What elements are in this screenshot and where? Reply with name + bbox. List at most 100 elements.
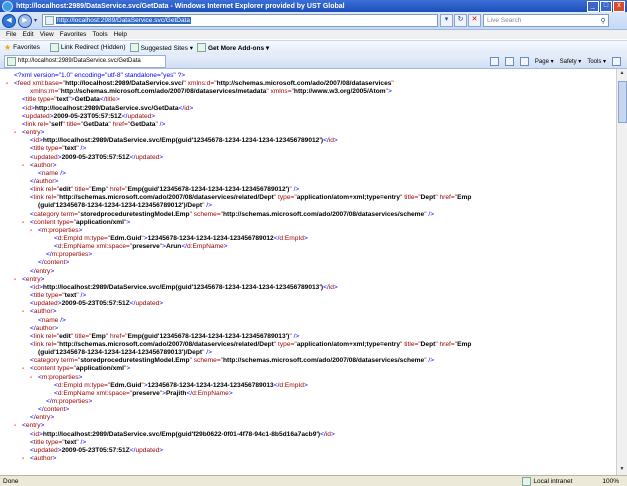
xml-line: - <entry> [14, 276, 44, 284]
xml-line: </m:properties> [46, 251, 92, 259]
collapse-toggle[interactable]: - [22, 219, 30, 227]
back-button[interactable]: ◀ [2, 13, 16, 28]
collapse-toggle[interactable]: - [22, 162, 30, 170]
xml-token: Emp [91, 332, 106, 340]
window-title: http://localhost:2989/DataService.svc/Ge… [16, 2, 345, 10]
recent-pages-dropdown[interactable]: ▾ [34, 17, 37, 24]
xml-token: http://schemas.microsoft.com/ado/2007/08… [216, 80, 392, 88]
xml-line: </m:properties> [46, 398, 92, 406]
xml-token: xml:space=" [94, 243, 133, 251]
xml-token: /> [78, 292, 87, 300]
scroll-up-arrow[interactable]: ▲ [618, 70, 626, 78]
xml-token: m:type=" [82, 381, 111, 389]
menu-file[interactable]: File [6, 31, 16, 38]
vertical-scrollbar[interactable]: ▲ ▼ [616, 69, 627, 475]
xml-token: > [126, 365, 131, 373]
page-menu[interactable]: Page ▾ [535, 58, 554, 65]
address-dropdown-button[interactable]: ▾ [440, 14, 454, 27]
xml-token: > [40, 275, 45, 283]
home-icon[interactable] [489, 56, 499, 66]
menu-favorites[interactable]: Favorites [60, 31, 87, 38]
xml-token: > [228, 389, 233, 397]
fav-link-redirect[interactable]: Link Redirect (Hidden) [49, 43, 126, 52]
zoom-level[interactable]: 100% [602, 478, 619, 485]
xml-token: application/xml [76, 218, 124, 226]
xml-token: 2009-05-23T05:57:51Z [61, 153, 130, 161]
forward-button[interactable]: ▶ [18, 13, 32, 28]
xml-token: > [54, 324, 59, 332]
minimize-button[interactable]: _ [587, 0, 599, 12]
collapse-toggle[interactable]: - [22, 455, 30, 463]
xml-token: entry [25, 422, 41, 430]
collapse-toggle[interactable]: - [14, 276, 22, 284]
fav-get-more-addons-label: Get More Add-ons ▾ [207, 44, 270, 52]
scroll-down-arrow[interactable]: ▼ [618, 466, 626, 474]
feeds-icon[interactable] [504, 56, 514, 66]
favorites-label: Favorites [13, 44, 40, 51]
menu-edit[interactable]: Edit [22, 31, 33, 38]
star-icon: ★ [4, 43, 12, 52]
xml-line: <updated>2009-05-23T05:57:51Z</updated> [30, 300, 163, 308]
menu-tools[interactable]: Tools [92, 31, 107, 38]
xml-token: d:EmpName [187, 243, 224, 251]
xml-token: > [88, 251, 93, 259]
xml-token: GetData [74, 96, 100, 104]
xml-token: type=" [44, 145, 65, 153]
scrollbar-thumb[interactable] [618, 81, 627, 123]
xml-token: text [64, 145, 77, 153]
collapse-toggle[interactable]: - [22, 365, 30, 373]
xml-token: updated [135, 153, 160, 161]
maximize-button[interactable]: □ [600, 0, 612, 12]
help-icon[interactable] [612, 56, 621, 66]
xml-token: " href=" [105, 186, 128, 194]
search-input[interactable]: Live Search [487, 17, 598, 24]
print-icon[interactable] [519, 56, 529, 66]
xml-line: <link rel="self" title="GetData" href="G… [22, 121, 165, 129]
close-button[interactable]: x [613, 0, 625, 12]
tools-menu[interactable]: Tools ▾ [587, 58, 606, 65]
xml-token: > [88, 398, 93, 405]
search-icon[interactable]: ⚲ [598, 17, 608, 25]
favorites-button[interactable]: ★ Favorites [4, 43, 40, 52]
stop-icon[interactable]: ✕ [468, 14, 482, 27]
addons-icon [196, 43, 206, 52]
xml-line: <d:EmpName xml:space="preserve">Arun</d:… [54, 243, 228, 251]
xml-line: <updated>2009-05-23T05:57:51Z</updated> [22, 113, 155, 121]
menu-help[interactable]: Help [114, 31, 127, 38]
xml-token: " title=" [62, 120, 84, 128]
refresh-icon[interactable]: ↻ [454, 14, 468, 27]
xml-token: > [65, 259, 70, 267]
xml-token: author [33, 308, 53, 316]
menu-view[interactable]: View [40, 31, 54, 38]
xml-token: > [159, 446, 164, 454]
xml-token: type=" [36, 96, 57, 104]
safety-menu[interactable]: Safety ▾ [560, 58, 582, 65]
xml-line: <name /> [38, 170, 66, 178]
collapse-toggle[interactable]: - [22, 308, 30, 316]
xml-token: " href=" [108, 120, 131, 128]
xml-token: /> [78, 145, 87, 153]
collapse-toggle[interactable]: - [14, 129, 22, 137]
collapse-toggle[interactable]: - [30, 374, 38, 382]
address-bar[interactable]: http://localhost:2989/DataService.svc/Ge… [42, 14, 439, 27]
address-input[interactable]: http://localhost:2989/DataService.svc/Ge… [56, 17, 191, 24]
xml-token: /> [291, 186, 300, 194]
collapse-toggle[interactable]: - [14, 422, 22, 430]
search-box[interactable]: Live Search ⚲ [483, 14, 610, 27]
globe-icon [522, 476, 532, 486]
xml-token: Arun [165, 243, 182, 251]
xml-token: Edm.Guid [110, 235, 142, 242]
collapse-toggle[interactable]: - [6, 80, 14, 88]
xml-token: http://www.w3.org/2005/Atom [293, 88, 386, 96]
xml-token: xml:space=" [94, 389, 133, 397]
xml-line: - <entry> [14, 422, 44, 430]
xml-token: > [303, 235, 308, 242]
xml-token: term=" [59, 357, 81, 365]
xml-line: <updated>2009-05-23T05:57:51Z</updated> [30, 154, 163, 162]
xml-token: edit [59, 332, 71, 340]
tab-current[interactable]: http://localhost:2989/DataService.svc/Ge… [4, 54, 166, 68]
xml-token: entry [35, 267, 51, 275]
fav-get-more-addons[interactable]: Get More Add-ons ▾ [196, 43, 270, 52]
fav-suggested-sites[interactable]: Suggested Sites ▾ [129, 43, 193, 52]
collapse-toggle[interactable]: - [30, 227, 38, 235]
